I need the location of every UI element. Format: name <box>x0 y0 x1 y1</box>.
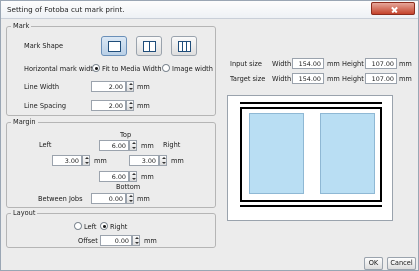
media-image-left <box>249 113 304 194</box>
layout-right-radio[interactable] <box>100 222 108 230</box>
mark-shape-single-button[interactable] <box>101 36 127 56</box>
window-title: Setting of Fotoba cut mark print. <box>7 5 125 14</box>
margin-bottom-label: Bottom <box>116 183 141 191</box>
margin-group-title: Margin <box>11 118 38 126</box>
margin-bottom-unit: mm <box>141 173 154 181</box>
line-spacing-label: Line Spacing <box>24 102 67 110</box>
target-width-unit: mm <box>327 75 340 83</box>
margin-top-label: Top <box>120 131 132 139</box>
margin-left-unit: mm <box>94 157 107 165</box>
input-height-input[interactable]: 107.00 <box>365 58 397 69</box>
margin-top-unit: mm <box>141 142 154 150</box>
dialog-window: Setting of Fotoba cut mark print. Mark M… <box>0 0 419 271</box>
input-size-label: Input size <box>230 60 262 68</box>
offset-spinner[interactable] <box>132 235 140 246</box>
input-width-input[interactable]: 154.00 <box>292 58 324 69</box>
cancel-button[interactable]: Cancel <box>387 257 416 270</box>
layout-left-label[interactable]: Left <box>84 223 96 231</box>
top-cut-line-2 <box>240 107 382 109</box>
target-width-label: Width <box>272 75 292 83</box>
media-image-right <box>320 113 375 194</box>
margin-left-input[interactable]: 3.00 <box>52 155 82 166</box>
three-column-frame-icon <box>178 41 191 52</box>
margin-bottom-spinner[interactable] <box>129 171 137 182</box>
between-jobs-label: Between Jobs <box>38 195 83 203</box>
close-button[interactable] <box>371 2 415 15</box>
target-width-input[interactable]: 154.00 <box>292 73 324 84</box>
line-width-spinner[interactable] <box>126 81 134 92</box>
margin-top-input[interactable]: 6.00 <box>99 140 129 151</box>
offset-unit: mm <box>144 237 157 245</box>
margin-bottom-input[interactable]: 6.00 <box>99 171 129 182</box>
mark-group-title: Mark <box>11 22 32 30</box>
top-cut-line-1 <box>240 102 382 104</box>
target-size-label: Target size <box>230 75 266 83</box>
offset-label: Offset <box>78 237 98 245</box>
margin-left-spinner[interactable] <box>82 155 90 166</box>
two-column-frame-icon <box>143 41 156 52</box>
margin-right-label: Right <box>163 141 181 149</box>
image-width-radio[interactable] <box>162 64 170 72</box>
fit-media-width-radio[interactable] <box>92 64 100 72</box>
mark-shape-two-column-button[interactable] <box>136 36 162 56</box>
layout-right-label[interactable]: Right <box>110 223 127 231</box>
offset-input[interactable]: 0.00 <box>100 235 132 246</box>
input-width-unit: mm <box>327 60 340 68</box>
target-height-label: Height <box>342 75 364 83</box>
line-spacing-input[interactable]: 2.00 <box>91 100 126 111</box>
input-width-label: Width <box>272 60 292 68</box>
line-spacing-unit: mm <box>137 102 150 110</box>
margin-top-spinner[interactable] <box>129 140 137 151</box>
margin-right-input[interactable]: 3.00 <box>129 155 159 166</box>
layout-group-title: Layout <box>11 209 38 217</box>
margin-left-label: Left <box>39 141 52 149</box>
image-width-label[interactable]: Image width <box>172 65 213 73</box>
fit-media-width-label[interactable]: Fit to Media Width <box>102 65 162 73</box>
input-height-unit: mm <box>399 60 412 68</box>
line-width-input[interactable]: 2.00 <box>91 81 126 92</box>
single-frame-icon <box>108 41 121 52</box>
input-height-label: Height <box>342 60 364 68</box>
bottom-cut-line-1 <box>240 200 382 202</box>
mark-shape-label: Mark Shape <box>24 42 64 50</box>
margin-right-spinner[interactable] <box>159 155 167 166</box>
horizontal-mark-width-label: Horizontal mark width <box>24 65 98 73</box>
line-width-label: Line Width <box>24 83 59 91</box>
left-edge-line <box>240 107 242 202</box>
target-height-input[interactable]: 107.00 <box>365 73 397 84</box>
margin-right-unit: mm <box>171 157 184 165</box>
between-jobs-input[interactable]: 0.00 <box>91 193 126 204</box>
line-spacing-spinner[interactable] <box>126 100 134 111</box>
between-jobs-unit: mm <box>137 195 150 203</box>
bottom-cut-line-2 <box>240 205 382 207</box>
between-jobs-spinner[interactable] <box>126 193 134 204</box>
target-height-unit: mm <box>399 75 412 83</box>
title-bar[interactable]: Setting of Fotoba cut mark print. <box>1 1 418 19</box>
mark-shape-three-column-button[interactable] <box>171 36 197 56</box>
line-width-unit: mm <box>137 83 150 91</box>
ok-button[interactable]: OK <box>364 257 383 270</box>
layout-left-radio[interactable] <box>74 222 82 230</box>
right-edge-line <box>380 107 382 202</box>
preview-panel <box>227 95 393 221</box>
